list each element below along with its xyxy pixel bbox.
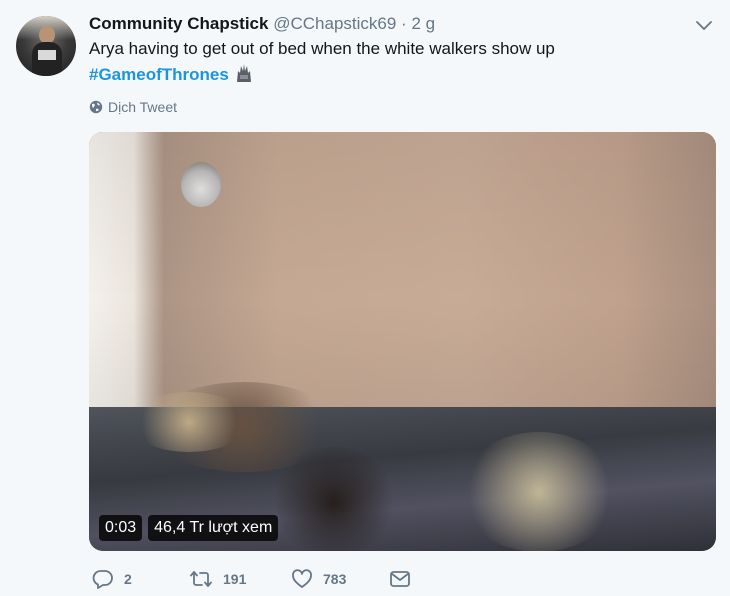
hashtag-line: #GameofThrones [89, 63, 253, 85]
like-icon [292, 569, 312, 588]
video-info-badges: 0:03 46,4 Tr lượt xem [99, 515, 279, 541]
author-name[interactable]: Community Chapstick [89, 14, 268, 33]
retweet-count: 191 [223, 571, 247, 587]
reply-button[interactable]: 2 [92, 566, 132, 592]
like-button[interactable]: 783 [291, 566, 346, 592]
hashtag-link[interactable]: #GameofThrones [89, 65, 229, 84]
tweet-header: Community Chapstick @CChapstick69 · 2 g [89, 14, 435, 36]
video-frame-shade [89, 132, 716, 551]
tweet-text: Arya having to get out of bed when the w… [89, 39, 555, 58]
avatar[interactable] [16, 16, 76, 76]
iron-throne-emoji-icon [236, 64, 251, 82]
translate-label: Dịch Tweet [108, 99, 177, 115]
direct-message-icon [390, 571, 410, 587]
video-player[interactable]: 0:03 46,4 Tr lượt xem [89, 132, 716, 551]
separator-dot: · [401, 14, 407, 33]
reply-icon [92, 570, 113, 589]
video-duration: 0:03 [99, 515, 143, 541]
chevron-down-icon[interactable] [694, 15, 714, 35]
retweet-icon [190, 571, 212, 587]
tweet-actions: 2 191 783 [89, 566, 489, 592]
avatar-shirt-logo [38, 50, 56, 60]
translate-tweet-link[interactable]: Dịch Tweet [89, 99, 177, 115]
like-count: 783 [323, 571, 347, 587]
video-view-count: 46,4 Tr lượt xem [148, 515, 279, 541]
reply-count: 2 [124, 571, 132, 587]
retweet-button[interactable]: 191 [189, 566, 246, 592]
globe-icon [89, 100, 103, 114]
author-handle[interactable]: @CChapstick69 [273, 14, 396, 33]
tweet-time[interactable]: 2 g [411, 14, 435, 33]
direct-message-button[interactable] [389, 566, 421, 592]
